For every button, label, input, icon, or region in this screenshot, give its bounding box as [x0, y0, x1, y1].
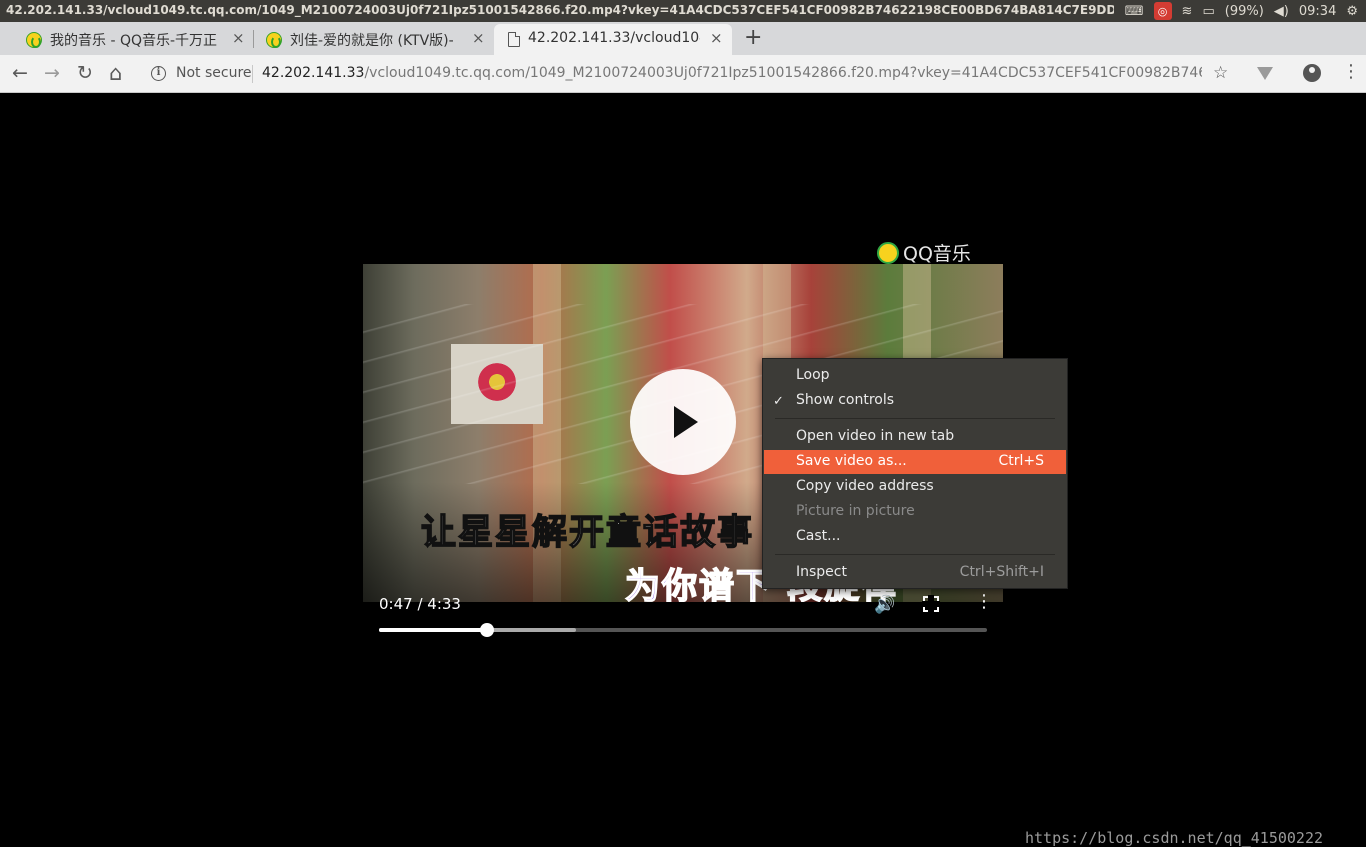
volume-icon[interactable]: 🔊 [874, 595, 895, 615]
back-icon[interactable]: ← [12, 63, 28, 83]
seek-thumb[interactable] [480, 623, 495, 637]
omnibox-divider [252, 65, 253, 83]
menu-item-loop[interactable]: Loop [764, 364, 1066, 388]
menu-item-open-in-new-tab[interactable]: Open video in new tab [764, 425, 1066, 449]
tab-video-active[interactable]: 42.202.141.33/vcloud1049 × [494, 24, 732, 55]
keyboard-icon[interactable]: ⌨ [1125, 4, 1144, 19]
menu-item-cast[interactable]: Cast... [764, 525, 1066, 549]
settings-gear-icon[interactable]: ⚙ [1346, 4, 1358, 19]
qq-music-logo-icon [877, 241, 899, 264]
menu-item-label: Copy video address [796, 478, 934, 494]
extension-icon[interactable] [1257, 67, 1273, 80]
menu-item-shortcut: Ctrl+S [998, 453, 1044, 469]
tab-close-icon[interactable]: × [710, 29, 723, 47]
url-host: 42.202.141.33 [262, 65, 365, 81]
menu-item-label: Picture in picture [796, 503, 915, 519]
volume-tray-icon[interactable]: ◀) [1274, 4, 1289, 19]
menu-item-label: Inspect [796, 564, 847, 580]
time-display: 0:47 / 4:33 [379, 595, 461, 613]
check-icon: ✓ [773, 393, 784, 409]
bookmark-star-icon[interactable]: ☆ [1213, 63, 1228, 83]
reload-icon[interactable]: ↻ [77, 63, 93, 83]
browser-menu-icon[interactable]: ⋮ [1342, 62, 1360, 82]
tab-title: 42.202.141.33/vcloud1049 [528, 30, 700, 46]
home-icon[interactable]: ⌂ [109, 63, 122, 84]
video-more-options-icon[interactable]: ⋮ [975, 593, 993, 611]
new-tab-button[interactable]: + [744, 27, 762, 49]
url-text[interactable]: 42.202.141.33/vcloud1049.tc.qq.com/1049_… [262, 65, 1202, 81]
battery-icon[interactable]: ▭ [1202, 4, 1214, 19]
menu-item-label: Open video in new tab [796, 428, 955, 444]
url-path: /vcloud1049.tc.qq.com/1049_M2100724003Uj… [364, 65, 1202, 81]
battery-percent[interactable]: (99%) [1225, 4, 1264, 19]
browser-toolbar: ← → ↻ ⌂ i Not secure 42.202.141.33/vclou… [0, 55, 1366, 93]
tab-close-icon[interactable]: × [472, 29, 485, 47]
menu-separator [775, 554, 1055, 555]
profile-avatar-icon[interactable] [1303, 64, 1321, 82]
play-button[interactable] [630, 369, 736, 475]
lyric-line-1: 让星星解开童话故事 [420, 512, 755, 554]
menu-item-picture-in-picture: Picture in picture [764, 500, 1066, 524]
menu-item-shortcut: Ctrl+Shift+I [959, 564, 1044, 580]
page-content: QQ音乐 让星星解开童话故事 为你谱下 段旋律 0:47 / 4:33 🔊 ⋮ … [0, 93, 1366, 847]
played-range [379, 628, 488, 632]
menu-separator [775, 418, 1055, 419]
wifi-icon[interactable]: ≋ [1182, 4, 1193, 19]
menu-item-show-controls[interactable]: ✓ Show controls [764, 389, 1066, 413]
menu-item-copy-video-address[interactable]: Copy video address [764, 475, 1066, 499]
menu-item-label: Loop [796, 367, 830, 383]
tab-ktv-song[interactable]: 刘佳-爱的就是你 (KTV版)- × [240, 24, 492, 55]
address-bar[interactable]: i Not secure 42.202.141.33/vcloud1049.tc… [141, 59, 1251, 89]
menu-item-label: Save video as... [796, 453, 907, 469]
fullscreen-icon[interactable] [922, 595, 940, 613]
tab-strip: 我的音乐 - QQ音乐-千万正 × 刘佳-爱的就是你 (KTV版)- × 42.… [0, 22, 1366, 55]
seek-bar[interactable] [379, 623, 987, 637]
menu-item-label: Cast... [796, 528, 841, 544]
forward-icon[interactable]: → [44, 63, 60, 83]
system-tray: ⌨ ◎ ≋ ▭ (99%) ◀) 09:34 ⚙ [1125, 0, 1366, 22]
video-context-menu: Loop ✓ Show controls Open video in new t… [762, 358, 1068, 589]
csdn-watermark: https://blog.csdn.net/qq_41500222 [1025, 829, 1324, 847]
tab-qq-music[interactable]: 我的音乐 - QQ音乐-千万正 × [0, 24, 252, 55]
qq-music-watermark: QQ音乐 [877, 239, 971, 266]
tab-title: 刘佳-爱的就是你 (KTV版)- [290, 33, 454, 49]
window-title: 42.202.141.33/vcloud1049.tc.qq.com/1049_… [6, 3, 1114, 17]
netease-music-icon[interactable]: ◎ [1153, 2, 1172, 20]
menu-item-label: Show controls [796, 392, 895, 408]
clock[interactable]: 09:34 [1299, 4, 1336, 19]
menu-item-inspect[interactable]: Inspect Ctrl+Shift+I [764, 561, 1066, 585]
system-top-panel: 42.202.141.33/vcloud1049.tc.qq.com/1049_… [0, 0, 1366, 22]
menu-item-save-video[interactable]: Save video as... Ctrl+S [764, 450, 1066, 474]
document-favicon-icon [508, 32, 520, 47]
qq-music-favicon-icon [26, 32, 42, 48]
security-status[interactable]: Not secure [176, 65, 252, 81]
qq-music-favicon-icon [266, 32, 282, 48]
qq-music-brand-text: QQ音乐 [903, 243, 971, 265]
tab-title: 我的音乐 - QQ音乐-千万正 [50, 33, 218, 49]
info-icon[interactable]: i [151, 66, 166, 81]
